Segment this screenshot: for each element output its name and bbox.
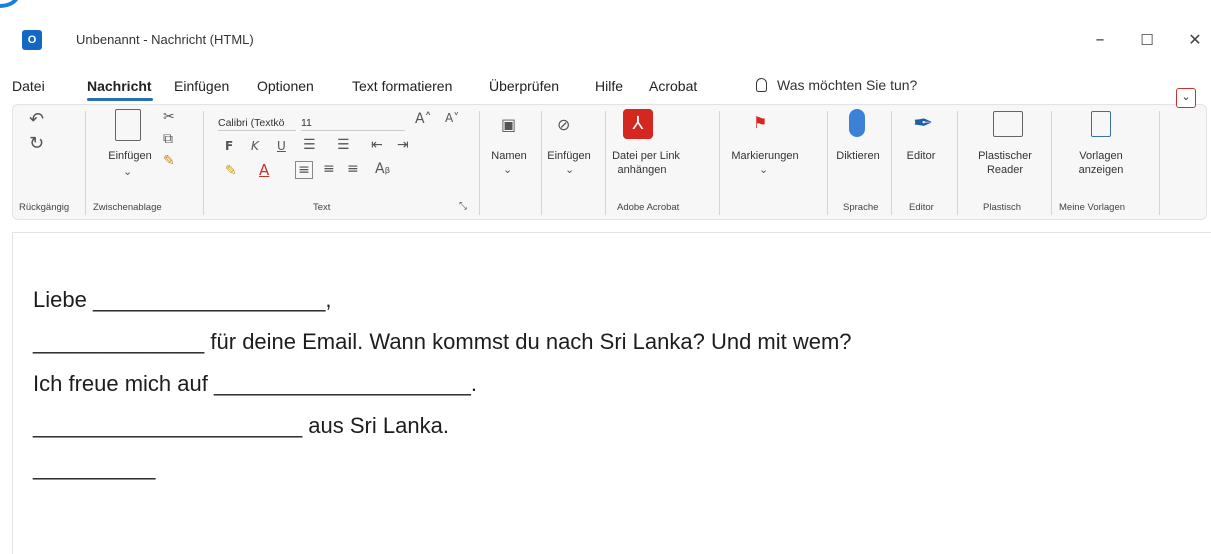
body-line-4: ______________________ aus Sri Lanka. xyxy=(33,413,449,438)
title-bar: O Unbenannt - Nachricht (HTML) – ☐ ✕ xyxy=(0,18,1211,64)
paste-button-label[interactable]: Einfügen xyxy=(105,149,155,163)
body-line-2: ______________ für deine Email. Wann kom… xyxy=(33,329,852,354)
microphone-icon[interactable] xyxy=(849,109,865,137)
underline-button[interactable]: U xyxy=(277,139,286,153)
attach-icon[interactable]: ⊘ xyxy=(557,115,570,134)
redo-icon[interactable]: ↻ xyxy=(29,133,44,154)
immersive-label-line1[interactable]: Plastischer xyxy=(973,149,1037,163)
chevron-down-icon[interactable]: ⌄ xyxy=(123,165,132,178)
immersive-reader-icon[interactable] xyxy=(993,111,1023,137)
editor-pen-icon[interactable]: ✒ xyxy=(913,109,933,137)
tab-optionen[interactable]: Optionen xyxy=(257,78,314,94)
font-size-select[interactable]: 11 xyxy=(301,115,405,131)
group-label-immersive: Plastisch xyxy=(983,202,1022,213)
window-title: Unbenannt - Nachricht (HTML) xyxy=(76,32,254,47)
minimize-button[interactable]: – xyxy=(1085,26,1115,54)
group-separator xyxy=(541,111,542,215)
group-label-editor: Editor xyxy=(909,202,934,213)
message-body[interactable]: Liebe ___________________, _____________… xyxy=(12,232,1211,554)
group-separator xyxy=(1159,111,1160,215)
body-line-1: Liebe ___________________, xyxy=(33,287,332,312)
lightbulb-icon xyxy=(756,78,767,92)
tab-nachricht[interactable]: Nachricht xyxy=(87,78,152,94)
increase-indent-icon[interactable]: ⇥ xyxy=(397,137,409,153)
group-label-templates: Meine Vorlagen xyxy=(1059,202,1126,213)
close-button[interactable]: ✕ xyxy=(1180,26,1210,54)
group-separator xyxy=(85,111,86,215)
group-label-text: Text xyxy=(313,202,331,213)
paste-clipboard-icon[interactable] xyxy=(115,109,141,141)
format-painter-icon[interactable]: ✎ xyxy=(163,153,175,169)
group-separator xyxy=(203,111,204,215)
styles-icon[interactable]: Aᵦ xyxy=(375,161,390,177)
attach-link-label-line2[interactable]: anhängen xyxy=(611,163,673,177)
group-separator xyxy=(719,111,720,215)
grow-font-icon[interactable]: A˄ xyxy=(415,111,432,127)
body-line-3: Ich freue mich auf _____________________… xyxy=(33,371,478,396)
names-button-label[interactable]: Namen xyxy=(485,149,533,163)
align-right-icon[interactable]: ≡ xyxy=(347,161,359,177)
decrease-indent-icon[interactable]: ⇤ xyxy=(371,137,383,153)
outlook-app-icon: O xyxy=(22,30,42,50)
numbering-icon[interactable]: ☰ xyxy=(337,137,350,153)
ribbon: ↶ ↻ Rückgängig Einfügen ⌄ ✂ ⧉ ✎ Zwischen… xyxy=(12,104,1207,220)
bold-button[interactable]: F xyxy=(225,139,233,153)
undo-icon[interactable]: ↶ xyxy=(29,109,44,130)
copy-icon[interactable]: ⧉ xyxy=(163,131,173,147)
group-label-adobe: Adobe Acrobat xyxy=(617,202,680,213)
tell-me-label: Was möchten Sie tun? xyxy=(777,77,918,93)
group-label-undo: Rückgängig xyxy=(19,202,70,213)
tab-text-formatieren[interactable]: Text formatieren xyxy=(352,78,452,94)
bullets-icon[interactable]: ☰ xyxy=(303,137,316,153)
group-label-clipboard: Zwischenablage xyxy=(93,202,162,213)
templates-label-line1[interactable]: Vorlagen xyxy=(1071,149,1131,163)
ribbon-tabs: Datei Nachricht Einfügen Optionen Text f… xyxy=(0,74,1211,102)
tab-datei[interactable]: Datei xyxy=(12,78,45,94)
chevron-down-icon[interactable]: ⌄ xyxy=(565,163,574,176)
chevron-down-icon[interactable]: ⌄ xyxy=(759,163,768,176)
flags-button-label[interactable]: Markierungen xyxy=(727,149,803,163)
group-separator xyxy=(605,111,606,215)
dialog-launcher-icon[interactable]: ⤡ xyxy=(459,201,467,212)
group-separator xyxy=(957,111,958,215)
align-left-icon[interactable]: ≡ xyxy=(295,161,313,179)
templates-label-line2[interactable]: anzeigen xyxy=(1071,163,1131,177)
attach-link-label-line1[interactable]: Datei per Link xyxy=(611,149,681,163)
dictate-button-label[interactable]: Diktieren xyxy=(833,149,883,163)
ribbon-collapse-button[interactable]: ⌄ xyxy=(1176,88,1196,108)
address-book-icon[interactable]: ▣ xyxy=(501,115,516,134)
group-separator xyxy=(891,111,892,215)
group-label-speech: Sprache xyxy=(843,202,879,213)
italic-button[interactable]: K xyxy=(251,139,259,153)
tab-einfuegen[interactable]: Einfügen xyxy=(174,78,229,94)
maximize-button[interactable]: ☐ xyxy=(1132,26,1162,54)
acrobat-icon[interactable]: ⅄ xyxy=(623,109,653,139)
chevron-down-icon[interactable]: ⌄ xyxy=(503,163,512,176)
shrink-font-icon[interactable]: A˅ xyxy=(445,111,459,125)
decorative-corner-arc xyxy=(0,0,20,8)
insert-button-label[interactable]: Einfügen xyxy=(545,149,593,163)
tab-ueberpruefen[interactable]: Überprüfen xyxy=(489,78,559,94)
font-family-select[interactable]: Calibri (Textkö xyxy=(218,115,296,131)
group-separator xyxy=(479,111,480,215)
active-tab-indicator xyxy=(87,98,153,101)
chevron-down-icon: ⌄ xyxy=(1181,90,1191,103)
align-center-icon[interactable]: ≡ xyxy=(323,161,335,177)
tab-acrobat[interactable]: Acrobat xyxy=(649,78,697,94)
editor-button-label[interactable]: Editor xyxy=(901,149,941,163)
group-separator xyxy=(1051,111,1052,215)
body-line-5: __________ xyxy=(33,455,156,480)
highlight-icon[interactable]: ✎ xyxy=(225,163,237,179)
tell-me-search[interactable]: Was möchten Sie tun? xyxy=(756,77,917,93)
templates-icon[interactable] xyxy=(1091,111,1111,137)
group-separator xyxy=(827,111,828,215)
tab-hilfe[interactable]: Hilfe xyxy=(595,78,623,94)
font-color-icon[interactable]: A xyxy=(259,161,269,179)
immersive-label-line2[interactable]: Reader xyxy=(973,163,1037,177)
cut-icon[interactable]: ✂ xyxy=(163,109,175,125)
flag-icon[interactable]: ⚑ xyxy=(753,113,767,132)
